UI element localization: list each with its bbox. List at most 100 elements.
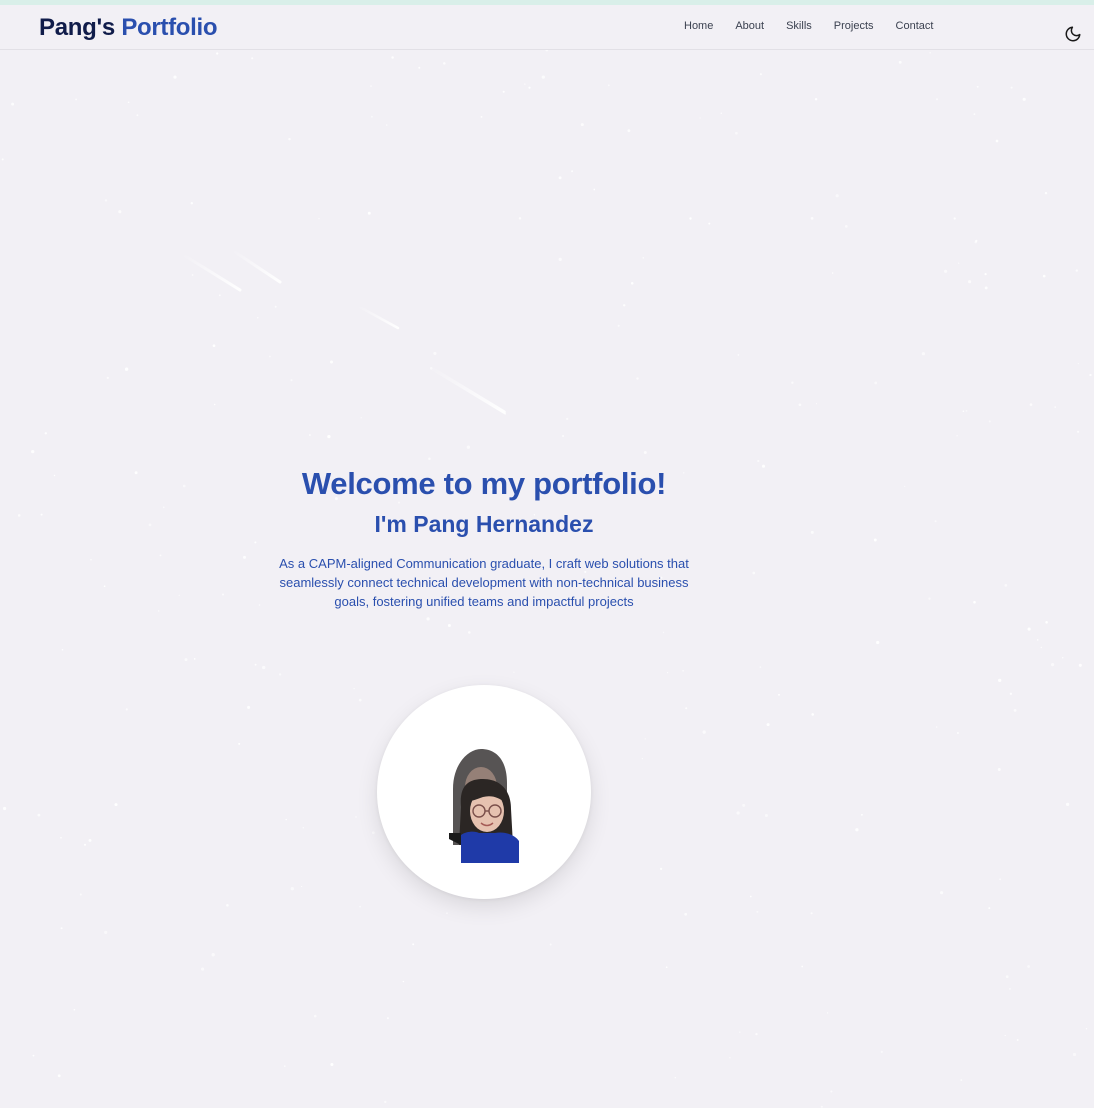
star <box>685 707 688 710</box>
brand-accent: Portfolio <box>121 14 218 41</box>
star <box>222 593 224 596</box>
star <box>752 571 756 575</box>
star <box>674 1077 676 1079</box>
star <box>60 837 62 839</box>
star <box>1040 646 1043 649</box>
star <box>88 838 92 842</box>
star <box>561 434 565 438</box>
brand-logo[interactable]: Pang's Portfolio <box>39 14 218 42</box>
star <box>935 726 938 728</box>
star <box>211 953 215 957</box>
star <box>288 137 291 141</box>
star <box>702 730 706 734</box>
hero-title: Welcome to my portfolio! <box>301 466 667 501</box>
star <box>737 354 740 356</box>
star <box>1045 621 1048 624</box>
star <box>1085 1028 1088 1030</box>
star <box>1065 802 1070 807</box>
star <box>962 410 965 412</box>
meteor-streaks <box>180 248 506 414</box>
star <box>874 381 878 385</box>
star <box>370 85 372 87</box>
star <box>965 409 968 412</box>
star <box>720 112 723 115</box>
star <box>313 1014 317 1018</box>
star <box>480 115 483 118</box>
star <box>300 885 303 888</box>
profile-photo <box>449 749 519 863</box>
star <box>929 52 931 54</box>
nav-link-projects[interactable]: Projects <box>823 20 885 32</box>
star <box>360 417 362 419</box>
star <box>659 867 663 871</box>
star <box>254 541 257 544</box>
star <box>876 640 880 645</box>
star <box>330 1062 334 1067</box>
star <box>238 742 241 745</box>
nav-link-about[interactable]: About <box>724 20 775 32</box>
star <box>104 930 108 935</box>
star <box>798 403 802 407</box>
star <box>643 451 647 454</box>
nav-link-skills[interactable]: Skills <box>775 20 823 32</box>
star <box>684 912 688 916</box>
star <box>218 294 221 297</box>
star <box>32 1054 35 1057</box>
star <box>988 420 991 423</box>
star <box>31 449 35 454</box>
star <box>2 806 7 811</box>
star <box>213 403 216 406</box>
star <box>566 417 569 421</box>
star <box>831 272 834 274</box>
star <box>1005 975 1009 979</box>
star <box>757 459 760 463</box>
hero-subtitle: I'm Pang Hernandez <box>374 511 594 537</box>
star <box>1004 1034 1006 1037</box>
star <box>756 910 759 913</box>
profile-avatar <box>377 685 591 899</box>
star <box>1004 584 1008 587</box>
star <box>318 217 320 220</box>
star <box>1089 373 1092 377</box>
star <box>468 631 471 634</box>
star <box>999 878 1002 881</box>
star <box>764 814 768 817</box>
star <box>811 713 814 716</box>
star <box>429 367 433 370</box>
star <box>258 604 261 606</box>
star <box>447 624 451 627</box>
star <box>426 617 430 621</box>
star <box>815 403 818 405</box>
star <box>127 101 130 104</box>
star <box>502 90 505 93</box>
star <box>975 239 978 243</box>
star <box>940 891 944 895</box>
star <box>666 671 669 674</box>
theme-toggle-button[interactable] <box>1064 25 1082 43</box>
star <box>1077 430 1080 433</box>
star <box>1027 627 1031 631</box>
star <box>860 813 863 816</box>
star <box>278 673 282 676</box>
nav-link-contact[interactable]: Contact <box>885 20 945 32</box>
star <box>791 381 794 384</box>
star <box>386 1017 389 1020</box>
star <box>90 558 92 561</box>
star <box>371 831 375 835</box>
star <box>302 827 304 829</box>
star <box>558 176 562 180</box>
star <box>513 671 515 673</box>
star <box>960 1079 963 1082</box>
nav-link-home[interactable]: Home <box>673 20 724 32</box>
star <box>898 60 902 64</box>
star <box>44 432 47 435</box>
star <box>212 344 216 348</box>
star <box>162 506 165 509</box>
star <box>778 693 780 696</box>
star <box>391 56 394 59</box>
star <box>935 98 939 101</box>
star <box>254 663 257 666</box>
star <box>367 211 371 215</box>
star <box>243 555 246 559</box>
star <box>1072 1052 1077 1057</box>
